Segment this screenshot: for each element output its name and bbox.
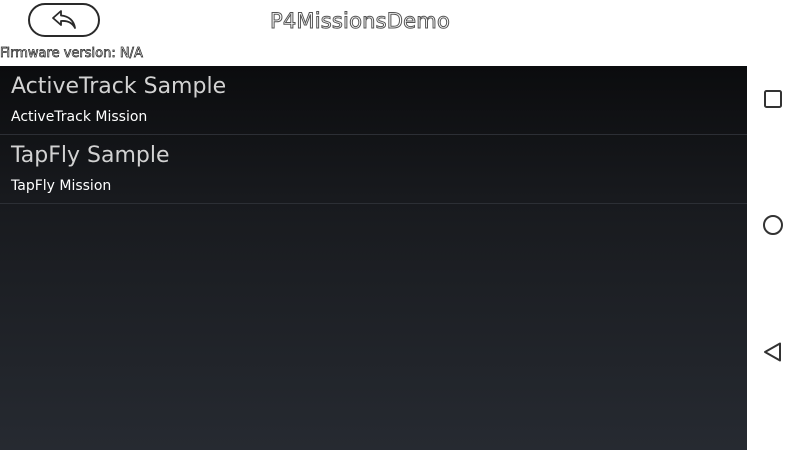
list-item-title: TapFly Sample [11,143,170,168]
list-item-subtitle: TapFly Mission [11,178,112,194]
back-arrow-icon [52,10,76,29]
nav-back-button[interactable] [761,340,785,364]
square-icon [764,90,782,108]
mission-list: ActiveTrack Sample ActiveTrack Mission T… [0,66,747,450]
firmware-version-label: Firmware version: N/A [0,46,143,62]
android-nav-bar [747,0,800,450]
list-item-activetrack[interactable]: ActiveTrack Sample ActiveTrack Mission [0,66,747,135]
home-button[interactable] [761,213,785,237]
list-item-subtitle: ActiveTrack Mission [11,109,148,125]
list-item-tapfly[interactable]: TapFly Sample TapFly Mission [0,135,747,204]
back-button[interactable] [28,3,100,37]
recents-button[interactable] [761,87,785,111]
circle-icon [763,215,783,235]
app-screen: P4MissionsDemo Firmware version: N/A Act… [0,0,800,450]
triangle-back-icon [764,342,781,362]
app-title: P4MissionsDemo [270,9,451,34]
list-item-title: ActiveTrack Sample [11,74,227,99]
